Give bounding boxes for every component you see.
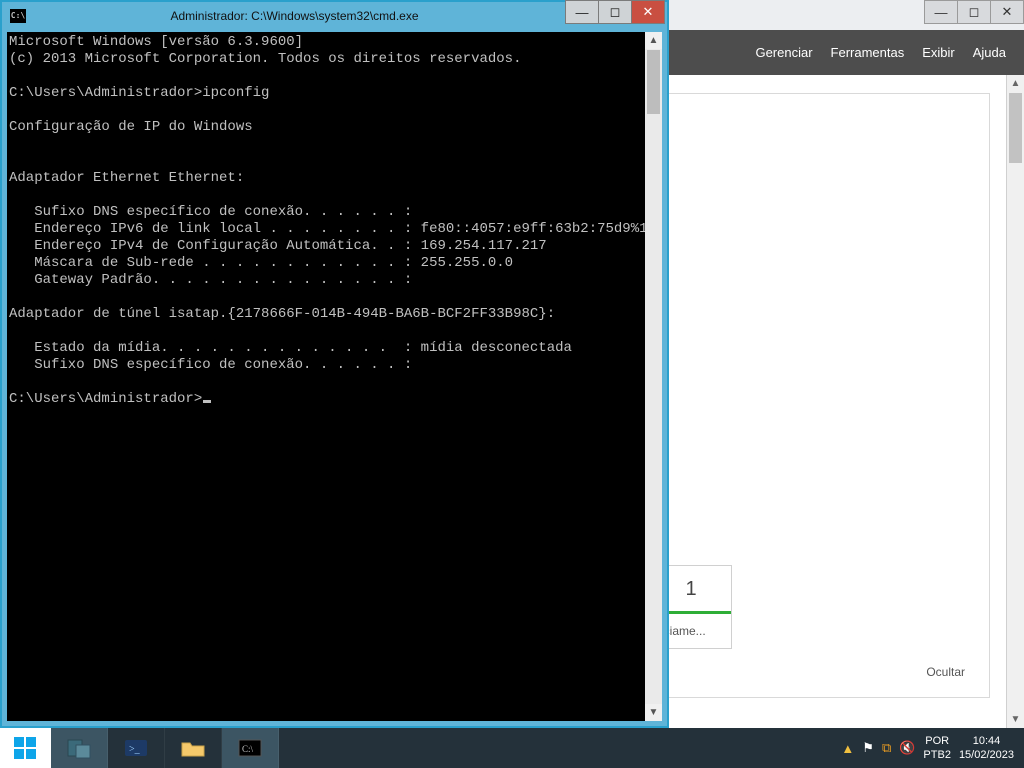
hide-link[interactable]: Ocultar [926,665,965,679]
start-button[interactable] [0,728,51,768]
scroll-up-icon[interactable]: ▲ [645,32,662,49]
taskbar-explorer[interactable] [165,728,222,768]
network-icon[interactable]: ⧉ [882,740,891,756]
scroll-down-icon[interactable]: ▼ [645,704,662,721]
cmd-maximize-button[interactable]: ◻ [598,0,632,24]
menu-exibir[interactable]: Exibir [922,45,955,60]
tray-overflow-icon[interactable]: ▲ [841,741,854,756]
menu-ajuda[interactable]: Ajuda [973,45,1006,60]
sm-close-button[interactable]: ✕ [990,0,1024,24]
scroll-thumb[interactable] [647,50,660,114]
taskbar[interactable]: >_ C:\ ▲ ⚑ ⧉ 🔇 POR PTB2 10:44 15/02/202 [0,728,1024,768]
scroll-down-icon[interactable]: ▼ [1007,711,1024,728]
cmd-scrollbar[interactable]: ▲ ▼ [645,32,662,721]
cmd-output[interactable]: Microsoft Windows [versão 6.3.9600] (c) … [7,32,662,410]
taskbar-server-manager[interactable] [51,728,108,768]
cmd-window[interactable]: C:\ Administrador: C:\Windows\system32\c… [0,0,669,728]
sm-minimize-button[interactable]: — [924,0,958,24]
action-center-flag-icon[interactable]: ⚑ [862,740,874,756]
powershell-icon: >_ [122,737,150,759]
windows-logo-icon [13,736,37,760]
sm-maximize-button[interactable]: ◻ [957,0,991,24]
folder-icon [179,737,207,759]
language-indicator[interactable]: POR PTB2 [923,734,951,762]
cmd-client-area[interactable]: Microsoft Windows [versão 6.3.9600] (c) … [7,32,662,721]
sm-scrollbar[interactable]: ▲ ▼ [1006,75,1024,728]
taskbar-cmd[interactable]: C:\ [222,728,279,768]
taskbar-powershell[interactable]: >_ [108,728,165,768]
kbd-layout: PTB2 [923,748,951,762]
date-text: 15/02/2023 [959,748,1014,762]
system-tray[interactable]: ▲ ⚑ ⧉ 🔇 POR PTB2 10:44 15/02/2023 [831,728,1024,768]
volume-muted-icon[interactable]: 🔇 [899,740,915,756]
clock[interactable]: 10:44 15/02/2023 [959,734,1014,762]
cmd-taskbar-icon: C:\ [236,737,264,759]
scroll-thumb[interactable] [1009,93,1022,163]
cmd-close-button[interactable]: ✕ [631,0,665,24]
menu-ferramentas[interactable]: Ferramentas [831,45,905,60]
svg-text:>_: >_ [129,744,141,755]
lang-code: POR [923,734,951,748]
time-text: 10:44 [959,734,1014,748]
server-manager-icon [65,737,93,759]
menu-gerenciar[interactable]: Gerenciar [755,45,812,60]
cmd-minimize-button[interactable]: — [565,0,599,24]
scroll-up-icon[interactable]: ▲ [1007,75,1024,92]
cmd-icon: C:\ [10,9,26,23]
cmd-titlebar[interactable]: C:\ Administrador: C:\Windows\system32\c… [2,2,667,30]
svg-text:C:\: C:\ [242,744,254,754]
